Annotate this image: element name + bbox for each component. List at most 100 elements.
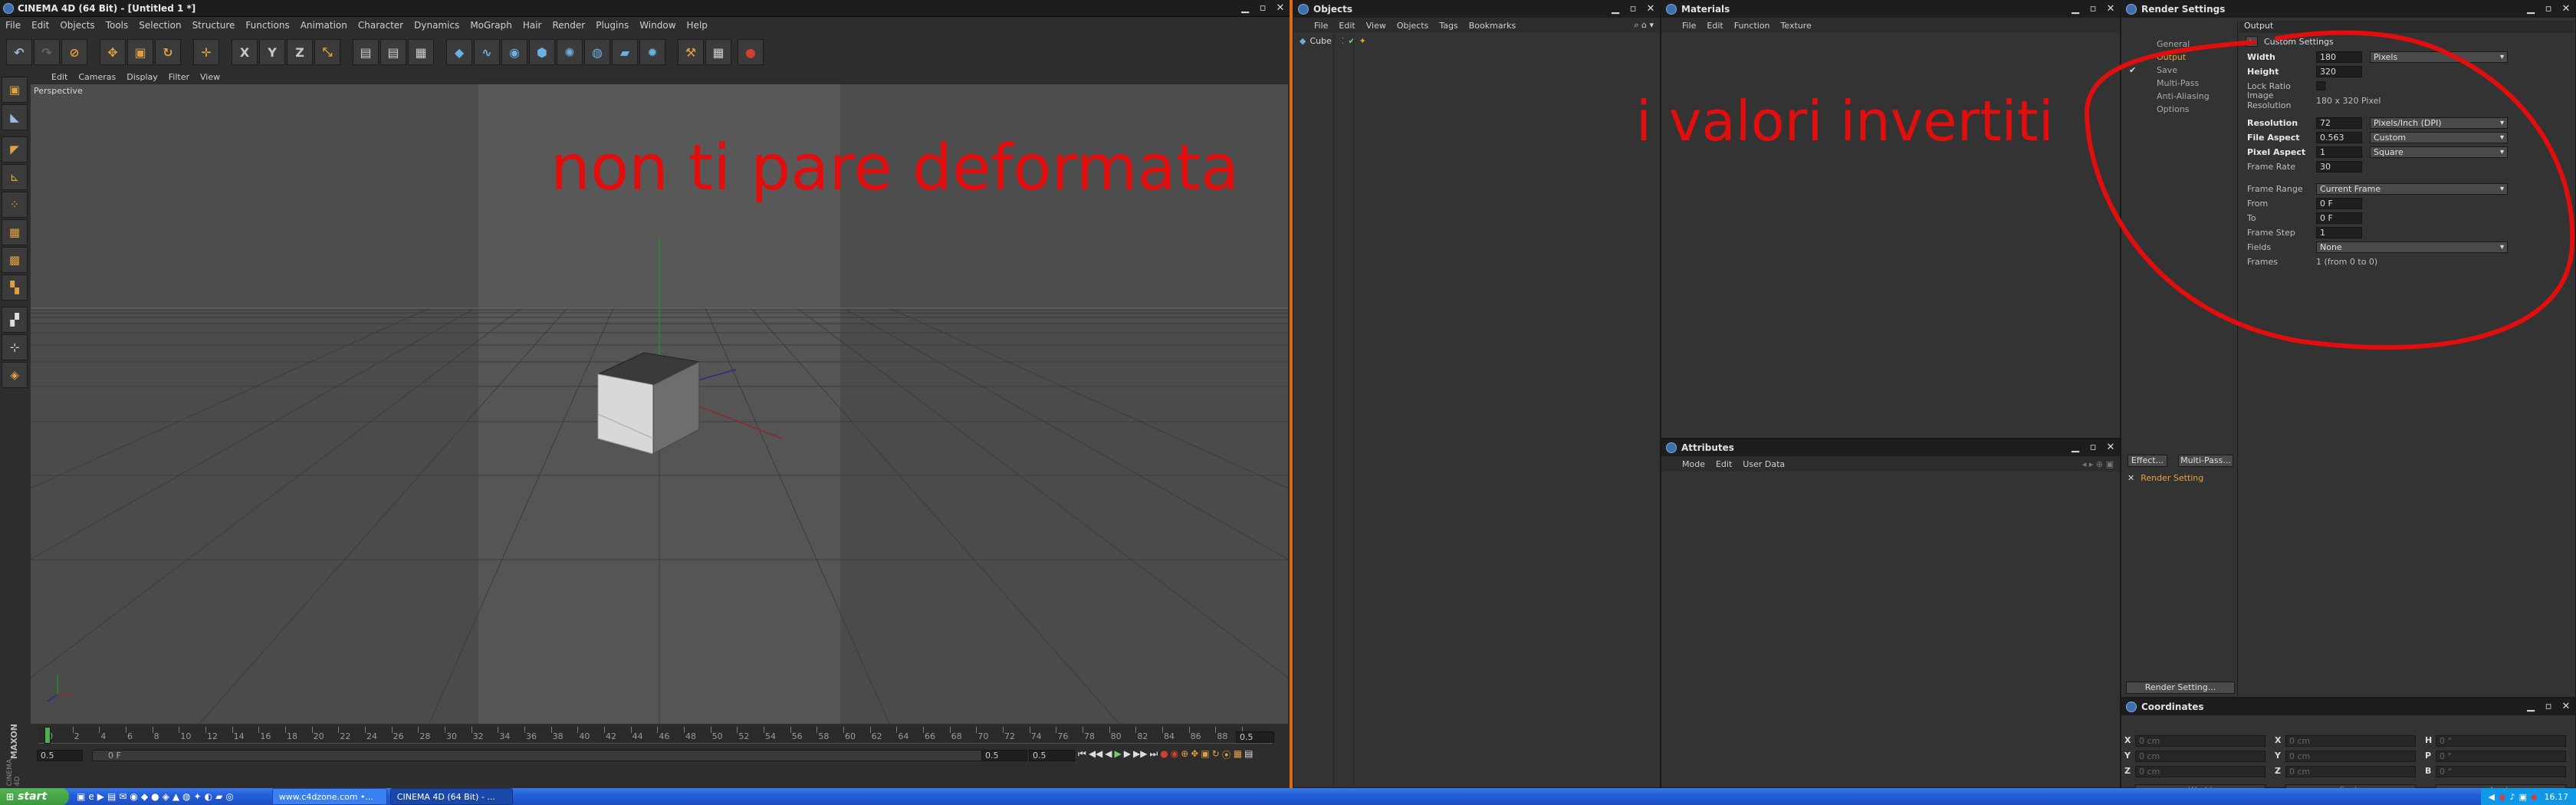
main-menu-tools[interactable]: Tools xyxy=(100,20,134,31)
field-dropdown[interactable]: Current Frame xyxy=(2316,182,2508,195)
materials-menu-edit[interactable]: Edit xyxy=(1701,21,1728,31)
snap-icon[interactable]: ⊹ xyxy=(2,334,28,360)
scale-key-icon[interactable]: ▣ xyxy=(1201,748,1209,761)
render-settings-close-icon[interactable]: ✕ xyxy=(2560,3,2572,15)
goto-end-icon[interactable]: ⏭ xyxy=(1149,748,1158,761)
objects-menu-bookmarks[interactable]: Bookmarks xyxy=(1464,21,1521,31)
visibility-dots-icon[interactable]: ⁚ xyxy=(1342,36,1345,46)
attributes-nav-icons[interactable]: ◂ ▸ ⊕ ▣ xyxy=(2077,459,2120,469)
app-icon-1[interactable]: ◉ xyxy=(130,791,137,802)
viewport-menu-view[interactable]: View xyxy=(195,72,225,82)
objects-menu-edit[interactable]: Edit xyxy=(1333,21,1360,31)
rotate-icon[interactable]: ↻ xyxy=(155,39,181,65)
media-icon[interactable]: ▶ xyxy=(97,791,104,802)
goto-start-icon[interactable]: ⏮ xyxy=(1078,748,1086,761)
start-button[interactable]: ⊞ start xyxy=(0,788,69,805)
app-icon-7[interactable]: ✦ xyxy=(194,791,202,802)
attributes-menu-edit[interactable]: Edit xyxy=(1710,459,1737,469)
timeline-ruler[interactable]: 0246810121416182022242628303234363840424… xyxy=(38,727,1273,744)
materials-maximize-icon[interactable]: ▫ xyxy=(2087,3,2099,15)
coordinate-system-icon[interactable]: ⤡ xyxy=(314,39,340,65)
render-settings-minimize-icon[interactable]: ▁ xyxy=(2525,3,2537,15)
nav-item-output[interactable]: Output xyxy=(2157,52,2186,62)
checker-icon[interactable]: ▞ xyxy=(2,307,28,333)
main-menu-edit[interactable]: Edit xyxy=(26,20,54,31)
field-dropdown[interactable]: None xyxy=(2316,241,2508,253)
objects-menu-file[interactable]: File xyxy=(1309,21,1333,31)
materials-menu-file[interactable]: File xyxy=(1677,21,1701,31)
objects-menu-view[interactable]: View xyxy=(1361,21,1392,31)
main-menu-structure[interactable]: Structure xyxy=(187,20,241,31)
axis-y-button[interactable]: Y xyxy=(259,39,285,65)
folder-icon[interactable]: ▤ xyxy=(107,791,116,802)
next-key-icon[interactable]: ▶▶ xyxy=(1133,748,1147,761)
frame-start-field[interactable]: 0.5 xyxy=(37,750,83,761)
axis-mode-icon[interactable]: ⊾ xyxy=(2,164,28,190)
coordinates-close-icon[interactable]: ✕ xyxy=(2560,701,2572,713)
param-key-icon[interactable]: ⦿ xyxy=(1222,748,1231,761)
points-mode-icon[interactable]: ⁘ xyxy=(2,192,28,218)
keyframe-selection-icon[interactable]: ⊕ xyxy=(1181,748,1188,761)
main-menu-help[interactable]: Help xyxy=(682,20,713,31)
axis-z-button[interactable]: Z xyxy=(287,39,313,65)
nav-item-general[interactable]: General xyxy=(2157,39,2190,49)
coord-value-input[interactable]: 0 cm xyxy=(2135,766,2266,777)
nav-item-multipass[interactable]: Multi-Pass xyxy=(2157,78,2199,88)
main-menu-dynamics[interactable]: Dynamics xyxy=(409,20,465,31)
move-icon[interactable]: ✥ xyxy=(100,39,126,65)
objects-menu-objects[interactable]: Objects xyxy=(1392,21,1434,31)
coord-value-input[interactable]: 0 cm xyxy=(2285,766,2416,777)
attributes-menu-mode[interactable]: Mode xyxy=(1677,459,1710,469)
main-menu-character[interactable]: Character xyxy=(353,20,409,31)
frame-mid-field[interactable]: 0.5 xyxy=(981,750,1027,761)
app-icon-2[interactable]: ◆ xyxy=(141,791,148,802)
play-icon[interactable]: ▶ xyxy=(1115,748,1122,761)
world-axis-icon[interactable]: ✛ xyxy=(193,39,219,65)
field-value-input[interactable]: 0.563 xyxy=(2316,131,2362,143)
main-menu-objects[interactable]: Objects xyxy=(54,20,100,31)
objects-search-icon[interactable]: ⌕ ⌂ ▾ xyxy=(1628,20,1660,31)
field-value-input[interactable]: 0 F xyxy=(2316,197,2362,209)
materials-menu-function[interactable]: Function xyxy=(1729,21,1776,31)
light-icon[interactable]: ✹ xyxy=(639,39,665,65)
field-dropdown[interactable]: Pixels/Inch (DPI) xyxy=(2370,117,2508,129)
render-view-icon[interactable]: ▤ xyxy=(353,39,379,65)
tray-icon-5[interactable]: ◆ xyxy=(2531,792,2537,802)
coordinates-maximize-icon[interactable]: ▫ xyxy=(2542,701,2555,713)
coord-value-input[interactable]: 0 cm xyxy=(2135,735,2266,747)
nav-item-options[interactable]: Options xyxy=(2157,104,2189,114)
coord-value-input[interactable]: 0 ° xyxy=(2436,766,2566,777)
object-mode-icon[interactable]: ◣ xyxy=(2,104,28,130)
deformer-icon[interactable]: ✺ xyxy=(557,39,583,65)
tray-icon-2[interactable]: ◉ xyxy=(2499,792,2506,802)
minimize-icon[interactable]: ▁ xyxy=(1239,2,1251,15)
nurbs-icon[interactable]: ◉ xyxy=(501,39,527,65)
app-icon-9[interactable]: ▰ xyxy=(215,791,222,802)
pos-key-icon[interactable]: ✥ xyxy=(1191,748,1198,761)
live-select-icon[interactable]: ⊘ xyxy=(61,39,87,65)
objects-minimize-icon[interactable]: ▁ xyxy=(1609,3,1622,15)
main-menu-plugins[interactable]: Plugins xyxy=(590,20,634,31)
app-icon-8[interactable]: ◐ xyxy=(205,791,212,802)
frame-right-field[interactable]: 0.5 xyxy=(1236,731,1274,743)
field-value-input[interactable]: 320 xyxy=(2316,65,2362,77)
field-value-input[interactable]: 1 xyxy=(2316,226,2362,238)
multipass-button[interactable]: Multi-Pass... xyxy=(2178,455,2233,467)
model-mode-icon[interactable]: ▣ xyxy=(2,77,28,103)
sculpt-icon[interactable]: ◈ xyxy=(2,362,28,388)
texture-mode-icon[interactable]: ◤ xyxy=(2,136,28,163)
task-cinema4d[interactable]: CINEMA 4D (64 Bit) - ... xyxy=(389,788,513,805)
app-icon-4[interactable]: ◈ xyxy=(163,791,169,802)
field-value-input[interactable]: 30 xyxy=(2316,160,2362,172)
uv-mode-icon[interactable]: ▚ xyxy=(2,274,28,301)
scene-icon[interactable]: ◍ xyxy=(584,39,610,65)
objects-close-icon[interactable]: ✕ xyxy=(1644,3,1657,15)
axis-x-button[interactable]: X xyxy=(232,39,258,65)
knife-icon[interactable]: ⚒ xyxy=(678,39,704,65)
tray-icon-3[interactable]: ♪ xyxy=(2510,792,2515,802)
main-menu-render[interactable]: Render xyxy=(547,20,590,31)
main-menu-animation[interactable]: Animation xyxy=(295,20,353,31)
camera-icon[interactable]: ▰ xyxy=(612,39,638,65)
field-value-input[interactable]: 1 xyxy=(2316,146,2362,158)
viewport-menu-filter[interactable]: Filter xyxy=(163,72,195,82)
